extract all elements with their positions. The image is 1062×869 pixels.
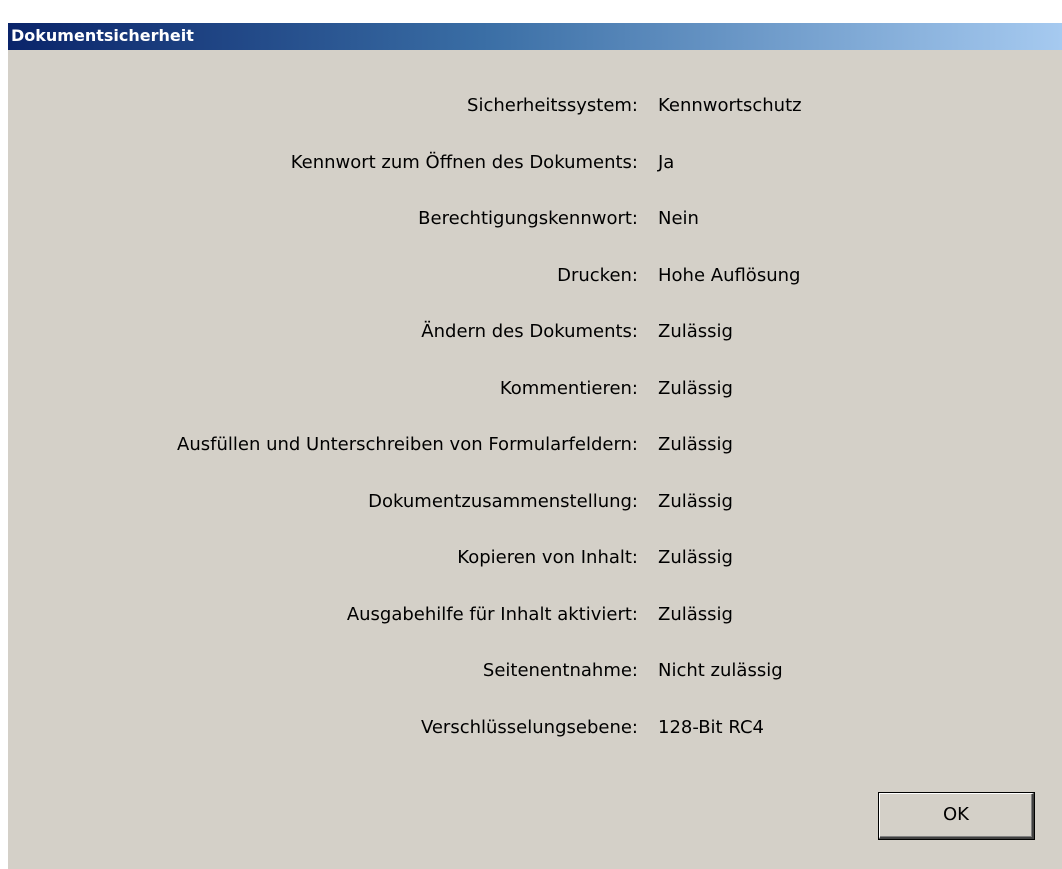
- property-label: Ändern des Dokuments:: [421, 321, 638, 342]
- property-label: Ausfüllen und Unterschreiben von Formula…: [177, 434, 638, 455]
- property-value: Zulässig: [658, 321, 733, 342]
- property-row-form-filling: Ausfüllen und Unterschreiben von Formula…: [8, 434, 1062, 491]
- property-value: Nein: [658, 208, 699, 229]
- property-value: 128-Bit RC4: [658, 716, 764, 738]
- property-value: Kennwortschutz: [658, 95, 802, 116]
- property-row-security-method: Sicherheitssystem: Kennwortschutz: [8, 95, 1062, 152]
- property-value: Nicht zulässig: [658, 660, 783, 681]
- security-properties-list: Sicherheitssystem: Kennwortschutz Kennwo…: [8, 95, 1062, 773]
- property-label: Drucken:: [557, 264, 638, 286]
- property-row-commenting: Kommentieren: Zulässig: [8, 378, 1062, 435]
- property-row-content-copying: Kopieren von Inhalt: Zulässig: [8, 547, 1062, 604]
- property-label: Verschlüsselungsebene:: [420, 716, 638, 738]
- window-title: Dokumentsicherheit: [11, 26, 194, 45]
- property-row-page-extraction: Seitenentnahme: Nicht zulässig: [8, 660, 1062, 717]
- property-label: Kennwort zum Öffnen des Dokuments:: [290, 151, 638, 173]
- property-value: Ja: [658, 151, 675, 173]
- document-security-dialog: Dokumentsicherheit Sicherheitssystem: Ke…: [8, 23, 1062, 869]
- property-value: Zulässig: [658, 603, 733, 625]
- property-row-changing-document: Ändern des Dokuments: Zulässig: [8, 321, 1062, 378]
- property-label: Kommentieren:: [499, 377, 638, 399]
- property-value: Zulässig: [658, 434, 733, 455]
- property-label: Dokumentzusammenstellung:: [368, 490, 638, 512]
- property-row-printing: Drucken: Hohe Auflösung: [8, 265, 1062, 322]
- property-label: Ausgabehilfe für Inhalt aktiviert:: [346, 603, 638, 625]
- property-row-open-password: Kennwort zum Öffnen des Dokuments: Ja: [8, 152, 1062, 209]
- property-row-document-assembly: Dokumentzusammenstellung: Zulässig: [8, 491, 1062, 548]
- property-label: Sicherheitssystem:: [467, 95, 638, 116]
- property-label: Berechtigungskennwort:: [418, 208, 638, 229]
- title-bar[interactable]: Dokumentsicherheit: [8, 23, 1062, 50]
- property-value: Zulässig: [658, 377, 733, 399]
- property-value: Hohe Auflösung: [658, 264, 801, 286]
- property-value: Zulässig: [658, 490, 733, 512]
- property-row-encryption-level: Verschlüsselungsebene: 128-Bit RC4: [8, 717, 1062, 774]
- property-label: Seitenentnahme:: [482, 660, 638, 681]
- property-label: Kopieren von Inhalt:: [457, 547, 638, 568]
- property-row-accessibility: Ausgabehilfe für Inhalt aktiviert: Zuläs…: [8, 604, 1062, 661]
- property-value: Zulässig: [658, 547, 733, 568]
- property-row-permissions-password: Berechtigungskennwort: Nein: [8, 208, 1062, 265]
- ok-button[interactable]: OK: [879, 793, 1034, 839]
